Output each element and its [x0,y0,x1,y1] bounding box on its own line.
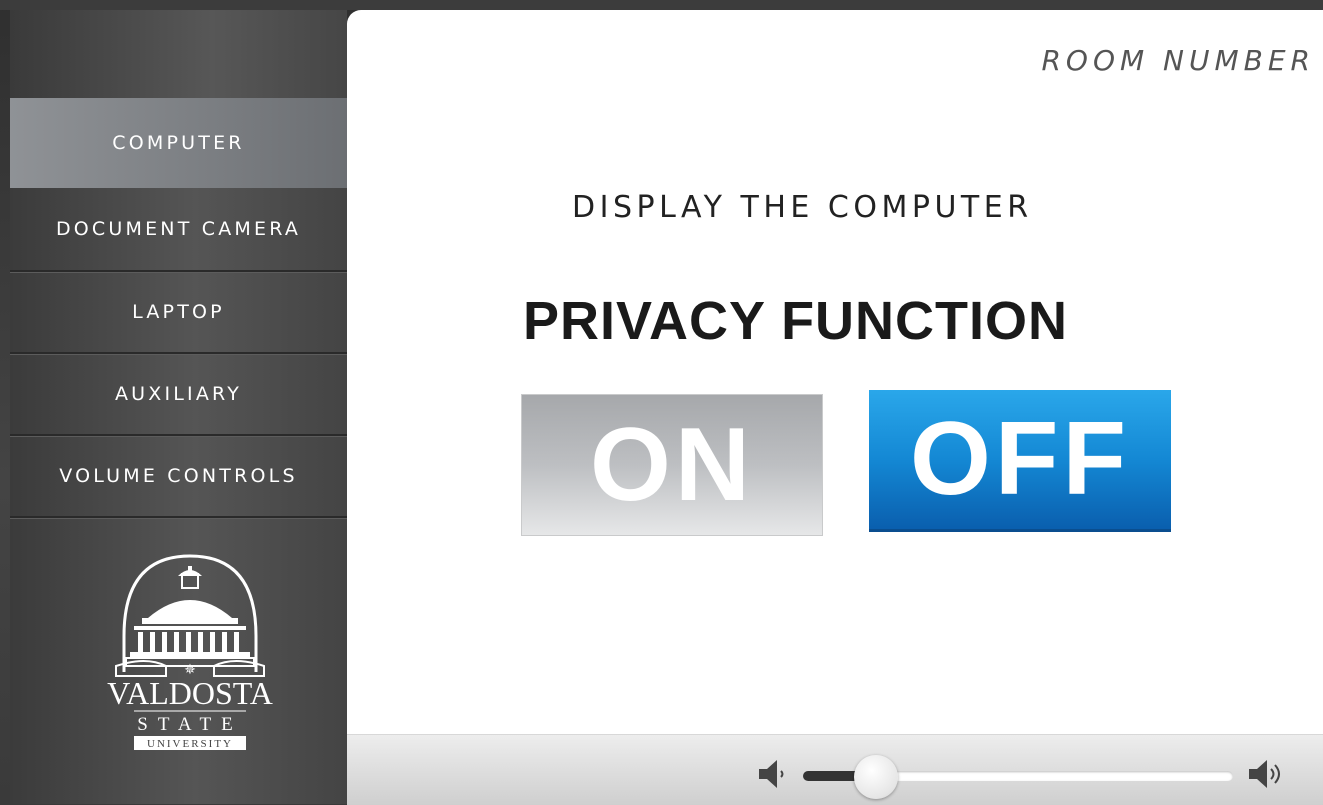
sidebar-item-auxiliary[interactable]: AUXILIARY [10,354,347,436]
sidebar-item-label: VOLUME CONTROLS [59,465,298,487]
main-panel: ROOM NUMBER DISPLAY THE COMPUTER PRIVACY… [347,10,1323,805]
university-logo: ✵ VALDOSTA STATE UNIVERSITY [107,554,273,750]
sidebar-item-laptop[interactable]: LAPTOP [10,272,347,354]
volume-low-icon[interactable] [757,757,791,791]
logo-state: STATE [137,714,242,735]
room-number: ROOM NUMBER [1041,44,1315,77]
logo-wordmark: VALDOSTA [107,675,273,711]
sidebar-item-computer[interactable]: COMPUTER [10,98,347,188]
sidebar-item-label: DOCUMENT CAMERA [55,218,302,240]
volume-bar [347,734,1323,805]
sidebar-item-label: COMPUTER [112,132,245,154]
logo-university: UNIVERSITY [147,738,233,750]
on-label: ON [590,406,754,523]
privacy-off-button[interactable]: OFF [869,390,1171,532]
page-subtitle: DISPLAY THE COMPUTER [572,190,1033,225]
sidebar-item-volume-controls[interactable]: VOLUME CONTROLS [10,436,347,518]
volume-high-icon[interactable] [1247,757,1291,791]
sidebar-item-label: AUXILIARY [114,383,243,405]
sidebar-header [10,10,347,98]
sidebar-item-document-camera[interactable]: DOCUMENT CAMERA [10,188,347,272]
top-border [0,0,1323,10]
privacy-on-button[interactable]: ON [521,394,823,536]
volume-slider-knob[interactable] [854,755,899,799]
sidebar-item-label: LAPTOP [132,301,225,323]
privacy-function-heading: PRIVACY FUNCTION [523,291,1069,351]
off-label: OFF [910,401,1130,517]
